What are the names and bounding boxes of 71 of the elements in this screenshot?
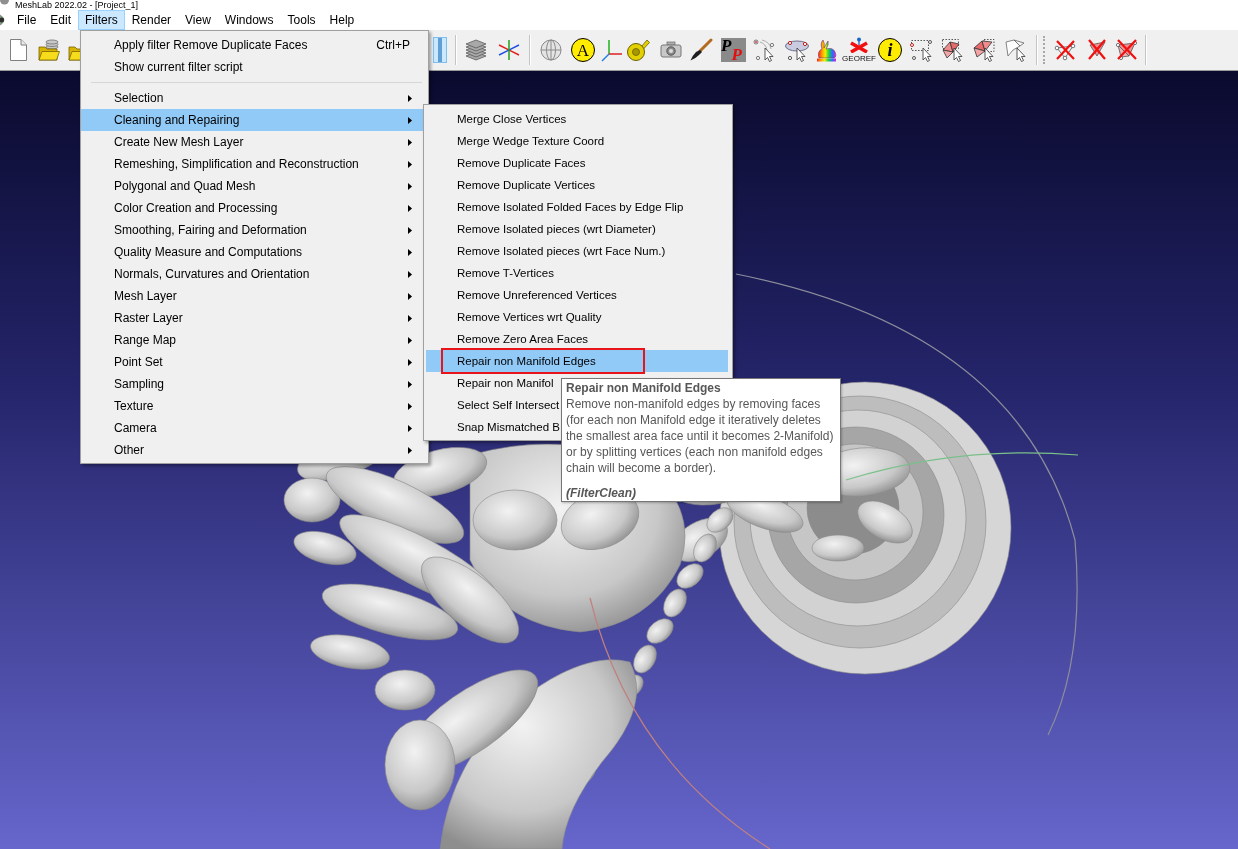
submenu-arrow-icon (408, 116, 412, 124)
menu-item[interactable]: Remove Duplicate Faces (426, 152, 728, 174)
submenu-arrow-icon (408, 160, 412, 168)
menu-item[interactable]: Remove Vertices wrt Quality (426, 306, 728, 328)
submenu-arrow-icon (408, 380, 412, 388)
submenu-arrow-icon (408, 446, 412, 454)
crossed-axes-icon[interactable] (497, 38, 521, 62)
menu-item[interactable]: Repair non Manifold Edges (426, 350, 728, 372)
new-document-icon[interactable] (8, 38, 28, 62)
tooltip-title: Repair non Manifold Edges (566, 380, 722, 396)
menu-item[interactable]: Remove Isolated pieces (wrt Face Num.) (426, 240, 728, 262)
paintbrush-icon[interactable] (689, 38, 713, 62)
submenu-arrow-icon (408, 270, 412, 278)
submenu-arrow-icon (408, 402, 412, 410)
tape-measure-icon[interactable] (626, 38, 650, 62)
menu-item[interactable]: Remove Unreferenced Vertices (426, 284, 728, 306)
submenu-arrow-icon (408, 314, 412, 322)
keyboard-shortcut: Ctrl+P (376, 38, 410, 52)
submenu-item[interactable]: Selection (81, 87, 428, 109)
submenu-arrow-icon (408, 248, 412, 256)
menu-bar-item[interactable]: Windows (217, 10, 281, 30)
tooltip-source: (FilterClean) (566, 485, 637, 501)
georef-button[interactable]: GEOREF (842, 36, 876, 64)
letter-a-button[interactable]: A (571, 38, 595, 62)
menu-item[interactable]: Remove Isolated Folded Faces by Edge Flip (426, 196, 728, 218)
menu-bar-item[interactable]: Edit (43, 10, 79, 30)
crossed-triangle-icon[interactable] (1087, 38, 1107, 62)
menu-item[interactable]: Remove Zero Area Faces (426, 328, 728, 350)
menu-item[interactable]: Remove Duplicate Vertices (426, 174, 728, 196)
rainbow-bunny-icon[interactable] (814, 38, 839, 62)
folder-stack-icon[interactable] (38, 38, 60, 62)
submenu-arrow-icon (408, 204, 412, 212)
menu-bar-item[interactable]: Filters (78, 10, 125, 30)
window-title: MeshLab 2022.02 - [Project_1] (15, 0, 139, 10)
menu-item[interactable]: Merge Close Vertices (426, 108, 728, 130)
dashed-rect-cursor-icon[interactable] (910, 38, 934, 62)
submenu-item[interactable]: Other (81, 439, 428, 461)
menu-bar-item[interactable]: Tools (280, 10, 323, 30)
ellipse-cursor-icon[interactable] (784, 38, 810, 62)
layers-icon[interactable] (464, 38, 488, 62)
menu-bar-item[interactable]: File (10, 10, 44, 30)
menu-bar-item[interactable]: Help (322, 10, 362, 30)
axes-icon[interactable] (601, 38, 623, 62)
submenu-arrow-icon (408, 358, 412, 366)
submenu-arrow-icon (408, 94, 412, 102)
submenu-arrow-icon (408, 424, 412, 432)
app-logo-icon (0, 0, 9, 5)
wireframe-cursor-icon[interactable] (1004, 38, 1028, 62)
triangles-cursor-icon[interactable] (941, 38, 965, 62)
crossed-triangles-icon[interactable] (1115, 38, 1139, 62)
globe-icon[interactable] (539, 38, 563, 62)
menu-bar-item[interactable]: View (178, 10, 218, 30)
toolbar-toggle-button[interactable] (433, 37, 447, 63)
submenu-arrow-icon (408, 226, 412, 234)
submenu-arrow-icon (408, 138, 412, 146)
submenu-arrow-icon (408, 292, 412, 300)
points-cursor-icon[interactable] (752, 38, 776, 62)
submenu-arrow-icon (408, 336, 412, 344)
triangles-cursor-icon[interactable] (972, 38, 996, 62)
menu-bar-item[interactable]: Render (124, 10, 179, 30)
menu-item[interactable]: Remove T-Vertices (426, 262, 728, 284)
pp-logo-button[interactable]: PP (721, 38, 746, 62)
tooltip-text: Remove non-manifold edges by removing faces (for each non Manifold edge it iteratively deletes the smallest area face until it becomes 2-Manifold) or by splitting vertices (each non manifold edges chain will become a border). (566, 396, 835, 476)
submenu-arrow-icon (408, 182, 412, 190)
menu-item[interactable]: Remove Isolated pieces (wrt Diameter) (426, 218, 728, 240)
menu-item[interactable]: Apply filter Remove Duplicate Faces Ctrl+P (81, 34, 428, 56)
cross-pin-icon (849, 37, 869, 53)
info-button[interactable]: i (878, 38, 902, 62)
crossed-vertices-icon[interactable] (1053, 38, 1077, 62)
menu-item[interactable]: Show current filter script (81, 56, 428, 78)
menu-item[interactable]: Merge Wedge Texture Coord (426, 130, 728, 152)
